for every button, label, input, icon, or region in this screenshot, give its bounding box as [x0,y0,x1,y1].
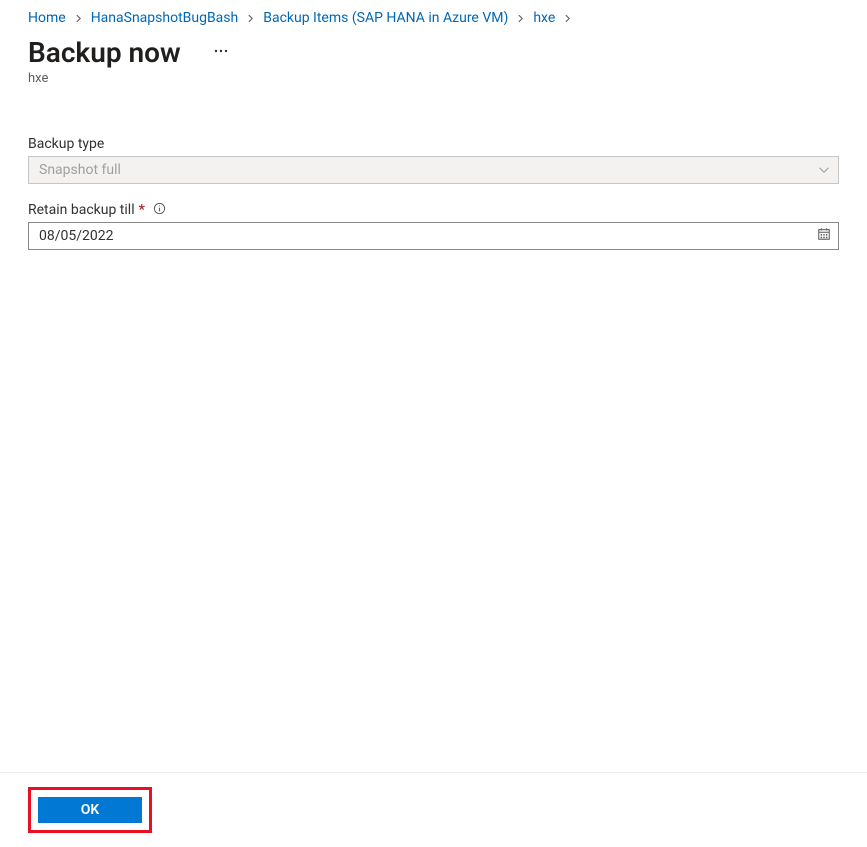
retain-till-input[interactable] [29,223,810,249]
page-title: Backup now [28,36,181,69]
breadcrumb-item-home[interactable]: Home [28,10,66,26]
more-actions-button[interactable] [209,41,233,65]
breadcrumb-item-vault[interactable]: HanaSnapshotBugBash [91,10,239,26]
chevron-down-icon [810,157,838,183]
chevron-right-icon [563,14,572,23]
calendar-button[interactable] [810,223,838,249]
ok-highlight-box: OK [28,787,152,833]
required-mark: * [139,202,145,218]
chevron-right-icon [246,14,255,23]
retain-till-info-button[interactable] [153,203,167,217]
breadcrumb-item-backup-items[interactable]: Backup Items (SAP HANA in Azure VM) [263,10,508,26]
breadcrumb: Home HanaSnapshotBugBash Backup Items (S… [0,10,867,30]
info-icon [153,202,166,219]
page-subtitle: hxe [28,71,839,86]
footer-bar: OK [0,772,867,847]
chevron-right-icon [74,14,83,23]
backup-type-value [29,157,810,183]
calendar-icon [817,227,831,245]
ellipsis-icon [213,43,229,63]
ok-button[interactable]: OK [38,797,142,823]
chevron-right-icon [516,14,525,23]
backup-type-select [28,156,839,184]
retain-till-label: Retain backup till [28,202,135,218]
backup-type-label: Backup type [28,136,104,152]
retain-till-datepicker[interactable] [28,222,839,250]
breadcrumb-item-hxe[interactable]: hxe [533,10,555,26]
